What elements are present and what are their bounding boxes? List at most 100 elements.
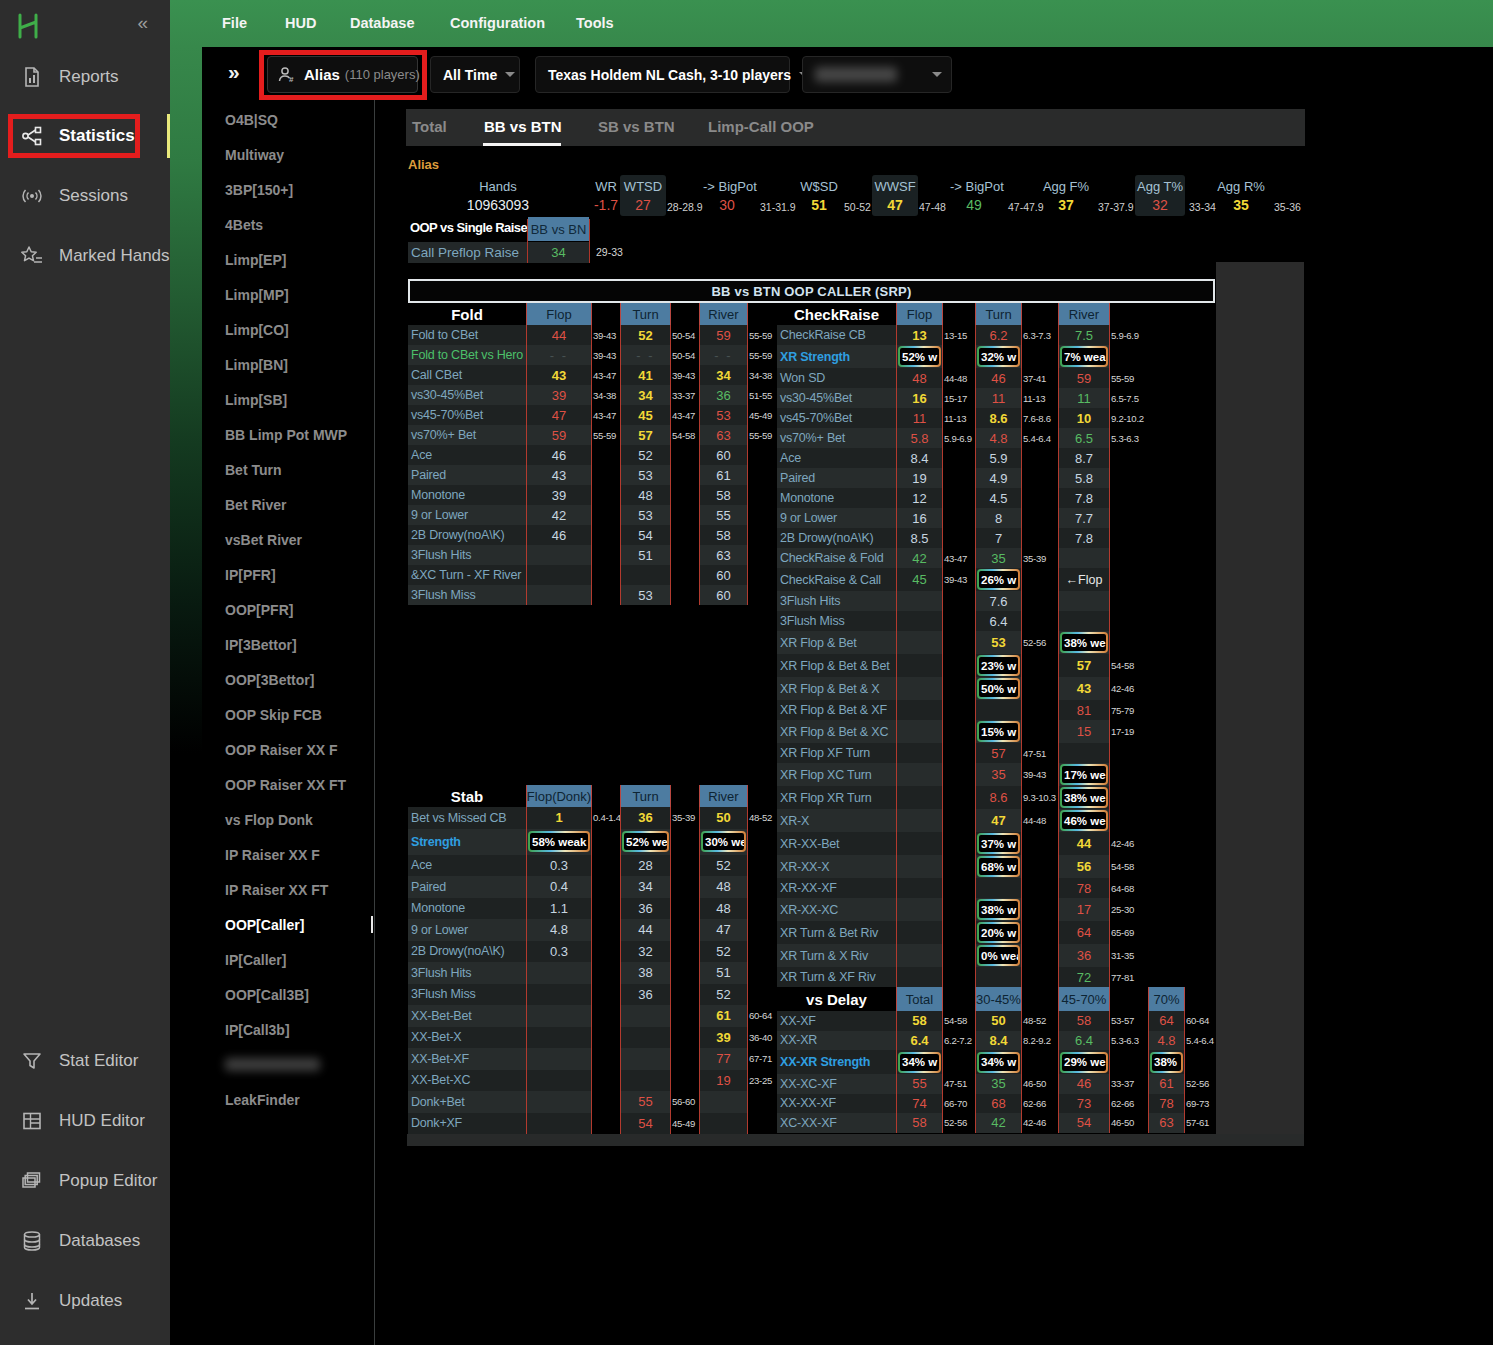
nav-item-vsbet-river[interactable]: vsBet River [225, 532, 302, 548]
strength-bar-widget[interactable]: 20% w [977, 922, 1020, 943]
game-filter-select[interactable]: Texas Holdem NL Cash, 3-10 players [535, 56, 790, 93]
nav-item-o4b-sq[interactable]: O4B|SQ [225, 112, 278, 128]
strength-bar-widget[interactable]: 7% wea [1060, 346, 1108, 367]
sidebar-item-reports[interactable]: Reports [0, 55, 170, 99]
stat-cell-range [1110, 786, 1148, 809]
nav-item-limp-mp-[interactable]: Limp[MP] [225, 287, 289, 303]
nav-item-oop-pfr-[interactable]: OOP[PFR] [225, 602, 293, 618]
time-filter-select[interactable]: All Time [430, 56, 520, 93]
stat-value: 4.8 [550, 922, 568, 937]
nav-item-ip-3bettor-[interactable]: IP[3Bettor] [225, 637, 297, 653]
strength-bar-widget[interactable]: 30% we [701, 831, 746, 852]
nav-item-ip-pfr-[interactable]: IP[PFR] [225, 567, 276, 583]
strength-bar-widget[interactable]: 26% w [977, 569, 1020, 590]
nav-item-oop-raiser-xx-f[interactable]: OOP Raiser XX F [225, 742, 338, 758]
nav-item-limp-sb-[interactable]: Limp[SB] [225, 392, 287, 408]
sidebar-item-databases[interactable]: Databases [0, 1219, 170, 1263]
nav-item-limp-bn-[interactable]: Limp[BN] [225, 357, 288, 373]
nav-item-bet-turn[interactable]: Bet Turn [225, 462, 282, 478]
strength-bar-widget[interactable]: 50% w [977, 678, 1020, 699]
strength-bar-widget[interactable]: 68% w [977, 856, 1020, 877]
stat-cell-range [1022, 448, 1058, 468]
stat-value: 73 [1077, 1096, 1091, 1111]
stat-cell-range: 62-66 [1110, 1094, 1148, 1114]
nav-item-oop-raiser-xx-ft[interactable]: OOP Raiser XX FT [225, 777, 346, 793]
strength-bar-widget[interactable]: 34% w [977, 1052, 1020, 1073]
single-raise-tab[interactable]: BB vs BN [528, 217, 589, 241]
nav-item-oop-call3b-[interactable]: OOP[Call3B] [225, 987, 309, 1003]
sidebar-collapse-icon[interactable]: « [137, 12, 148, 34]
strength-bar-widget[interactable]: 38% we [1060, 787, 1108, 808]
stat-cell-range: 45-49 [748, 405, 777, 425]
stat-category-list: O4B|SQ Multiway 3BP[150+] 4Bets Limp[EP] Limp… [202, 100, 375, 1345]
strength-bar-widget[interactable]: 38% [1150, 1052, 1183, 1073]
nav-item-oop-skip-fcb[interactable]: OOP Skip FCB [225, 707, 322, 723]
stat-cell [526, 962, 592, 984]
nav-item-oop-3bettor-[interactable]: OOP[3Bettor] [225, 672, 314, 688]
sidebar-item-updates[interactable]: Updates [0, 1279, 170, 1323]
nav-item-ip-call3b-[interactable]: IP[Call3b] [225, 1022, 290, 1038]
menu-item-tools[interactable]: Tools [576, 15, 614, 31]
nav-item-ip-raiser-xx-f[interactable]: IP Raiser XX F [225, 847, 320, 863]
table-bottom-strip [407, 1134, 1304, 1146]
nav-item-leakfinder[interactable]: LeakFinder [225, 1092, 300, 1108]
stat-cell: 6.5 [1058, 428, 1110, 448]
stat-cell: 38% we [1058, 786, 1110, 809]
expand-panel-button[interactable]: » [228, 60, 238, 84]
menu-item-configuration[interactable]: Configuration [450, 15, 545, 31]
menu-item-database[interactable]: Database [350, 15, 414, 31]
nav-item-limp-co-[interactable]: Limp[CO] [225, 322, 289, 338]
nav-item-ip-raiser-xx-ft[interactable]: IP Raiser XX FT [225, 882, 328, 898]
stat-cell [1058, 611, 1110, 631]
strength-bar-widget[interactable]: 0% wea [977, 945, 1020, 966]
nav-item-4bets[interactable]: 4Bets [225, 217, 263, 233]
strength-bar-widget[interactable]: 17% we [1060, 764, 1108, 785]
nav-item-bet-river[interactable]: Bet River [225, 497, 286, 513]
strength-bar-widget[interactable]: 46% we [1060, 810, 1108, 831]
nav-item-redacted[interactable] [225, 1058, 320, 1071]
strength-bar-widget[interactable]: 29% we [1060, 1052, 1108, 1073]
strength-bar-widget[interactable]: 15% w [977, 721, 1020, 742]
tab-limp-call-oop[interactable]: Limp-Call OOP [708, 118, 814, 135]
tab-total[interactable]: Total [412, 118, 447, 135]
stat-cell-range: 39-43 [943, 568, 975, 591]
strength-bar-widget[interactable]: 38% w [977, 899, 1020, 920]
stat-row: Call CBet4343-474139-433434-38 [408, 365, 777, 385]
stat-cell: 29% we [1058, 1050, 1110, 1074]
menu-item-hud[interactable]: HUD [285, 15, 316, 31]
strength-bar-widget[interactable]: 52% w [898, 346, 941, 367]
strength-bar-widget[interactable]: 32% w [977, 346, 1020, 367]
stat-value: 1 [555, 810, 562, 825]
stat-cell-range [748, 941, 777, 963]
menu-item-file[interactable]: File [222, 15, 247, 31]
tab-bb-vs-btn[interactable]: BB vs BTN [484, 118, 562, 135]
strength-bar-widget[interactable]: 34% w [898, 1052, 941, 1073]
stat-cell-range [943, 967, 975, 987]
strength-bar-widget[interactable]: 58% weak [528, 831, 590, 852]
nav-item-oop-caller-[interactable]: OOP[Caller] [225, 917, 304, 933]
strength-bar-widget[interactable]: 38% we [1060, 632, 1108, 653]
stat-cell: 44 [620, 919, 671, 941]
stat-value: 53 [638, 508, 652, 523]
sidebar-item-hud-editor[interactable]: HUD Editor [0, 1099, 170, 1143]
nav-item-3bp-150-[interactable]: 3BP[150+] [225, 182, 293, 198]
strength-bar-widget[interactable]: 23% w [977, 655, 1020, 676]
sidebar-item-sessions[interactable]: Sessions [0, 174, 170, 218]
stat-row-label: XR-XX-XC [777, 898, 896, 921]
strength-bar-widget[interactable]: 52% we [622, 831, 669, 852]
nav-item-limp-ep-[interactable]: Limp[EP] [225, 252, 286, 268]
database-filter-select[interactable] [802, 56, 952, 93]
nav-item-bb-limp-pot-mwp[interactable]: BB Limp Pot MWP [225, 427, 347, 443]
nav-item-multiway[interactable]: Multiway [225, 147, 284, 163]
stat-cell: 30% we [699, 829, 748, 855]
stat-cell-range: 69-73 [1185, 1094, 1215, 1114]
strength-bar-widget[interactable]: 37% w [977, 833, 1020, 854]
tab-sb-vs-btn[interactable]: SB vs BTN [598, 118, 675, 135]
nav-item-vs-flop-donk[interactable]: vs Flop Donk [225, 812, 313, 828]
nav-item-ip-caller-[interactable]: IP[Caller] [225, 952, 286, 968]
stat-row: &XC Turn - XF River60 [408, 565, 777, 585]
sidebar-item-marked-hands[interactable]: Marked Hands [0, 234, 170, 278]
sidebar-item-stat-editor[interactable]: Stat Editor [0, 1039, 170, 1083]
stat-row: Ace0.32852 [408, 855, 777, 877]
sidebar-item-popup-editor[interactable]: Popup Editor [0, 1159, 170, 1203]
